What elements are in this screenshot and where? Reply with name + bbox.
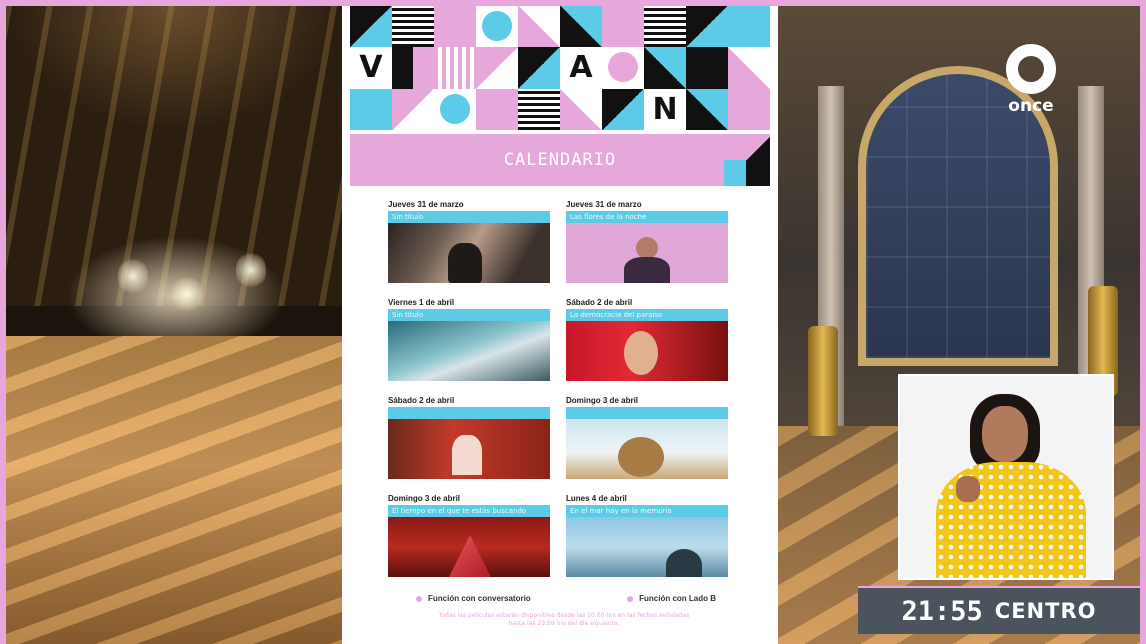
pattern-tile bbox=[518, 6, 560, 48]
pattern-tile bbox=[644, 6, 686, 48]
legend-dot-icon bbox=[627, 595, 634, 602]
event-date: Viernes 1 de abril bbox=[388, 298, 455, 307]
event-card[interactable]: Domingo 3 de abril bbox=[566, 396, 728, 479]
event-card[interactable]: Sábado 2 de abril bbox=[388, 396, 550, 479]
pattern-tile bbox=[518, 47, 560, 89]
event-thumbnail bbox=[388, 517, 550, 577]
pattern-tile bbox=[476, 47, 518, 89]
chandelier bbox=[172, 274, 202, 314]
event-thumbnail bbox=[566, 419, 728, 479]
legend-label: Función con conversatorio bbox=[428, 594, 531, 603]
event-title: Sin título bbox=[388, 211, 550, 223]
pattern-tile bbox=[392, 6, 434, 48]
pattern-tile bbox=[686, 47, 728, 89]
legend-item-lado-b: Función con Lado B bbox=[627, 594, 716, 603]
pattern-letter: A bbox=[560, 47, 602, 89]
interpreter-hand bbox=[956, 476, 980, 502]
pattern-tile bbox=[728, 6, 770, 48]
chandelier bbox=[236, 250, 266, 290]
pattern-tile bbox=[476, 88, 518, 130]
event-title: En el mar hay en la memoria bbox=[566, 505, 728, 517]
hall-floor bbox=[6, 336, 342, 644]
pattern-tile bbox=[434, 6, 476, 48]
clock-time: 21:55 bbox=[901, 595, 983, 627]
event-card[interactable]: Lunes 4 de abril En el mar hay en la mem… bbox=[566, 494, 728, 577]
event-card[interactable]: Viernes 1 de abril Sin título bbox=[388, 298, 550, 381]
pattern-tile bbox=[350, 6, 392, 48]
clock-bug: 21:55 CENTRO bbox=[858, 586, 1140, 634]
legend-item-conversatorio: Función con conversatorio bbox=[416, 594, 531, 603]
pattern-tile bbox=[392, 47, 434, 89]
event-card[interactable]: Sábado 2 de abril La democracia del para… bbox=[566, 298, 728, 381]
gold-statue bbox=[808, 326, 838, 436]
event-card[interactable]: Jueves 31 de marzo Sin título bbox=[388, 200, 550, 283]
pattern-tile bbox=[602, 6, 644, 48]
event-title: El tiempo en el que te estás buscando bbox=[388, 505, 550, 517]
event-title bbox=[566, 407, 728, 419]
event-card[interactable]: Domingo 3 de abril El tiempo en el que t… bbox=[388, 494, 550, 577]
event-title: Las flores de la noche bbox=[566, 211, 728, 223]
pattern-tile bbox=[560, 88, 602, 130]
pattern-tile bbox=[686, 88, 728, 130]
event-date: Domingo 3 de abril bbox=[388, 494, 461, 503]
pattern-tile bbox=[392, 88, 434, 130]
background-hall-left bbox=[6, 6, 342, 644]
calendar-poster: V A N CALENDARIO Jueves 31 de marzo Sin … bbox=[342, 6, 778, 644]
pattern-tile bbox=[434, 47, 476, 89]
pattern-tile bbox=[350, 88, 392, 130]
calendar-header: CALENDARIO bbox=[350, 134, 770, 186]
pattern-tile bbox=[686, 6, 728, 48]
pattern-tile bbox=[644, 47, 686, 89]
event-date: Domingo 3 de abril bbox=[566, 396, 639, 405]
legend-dot-icon bbox=[416, 595, 422, 602]
event-thumbnail bbox=[388, 321, 550, 381]
logo-text: once bbox=[1008, 96, 1054, 116]
event-date: Jueves 31 de marzo bbox=[566, 200, 642, 209]
event-title bbox=[388, 407, 550, 419]
event-date: Jueves 31 de marzo bbox=[388, 200, 464, 209]
geometric-pattern: V A N bbox=[350, 6, 770, 130]
event-thumbnail bbox=[566, 223, 728, 283]
event-thumbnail bbox=[388, 419, 550, 479]
pattern-letter: N bbox=[644, 88, 686, 130]
interpreter-face bbox=[982, 406, 1028, 462]
legend: Función con conversatorio Función con La… bbox=[416, 594, 716, 603]
event-title: Sin título bbox=[388, 309, 550, 321]
event-card[interactable]: Jueves 31 de marzo Las flores de la noch… bbox=[566, 200, 728, 283]
event-thumbnail bbox=[388, 223, 550, 283]
event-thumbnail bbox=[566, 517, 728, 577]
pattern-tile bbox=[728, 88, 770, 130]
pattern-tile bbox=[560, 6, 602, 48]
event-date: Sábado 2 de abril bbox=[388, 396, 455, 405]
once-logo: once bbox=[996, 44, 1066, 126]
pattern-tile bbox=[476, 6, 518, 48]
event-date: Sábado 2 de abril bbox=[566, 298, 633, 307]
footnote: Todas las películas estarán disponibles … bbox=[438, 612, 690, 627]
event-thumbnail bbox=[566, 321, 728, 381]
event-title: La democracia del paraíso bbox=[566, 309, 728, 321]
pattern-tile bbox=[602, 47, 644, 89]
pattern-tile bbox=[728, 47, 770, 89]
pattern-letter: V bbox=[350, 47, 392, 89]
pattern-tile bbox=[602, 88, 644, 130]
pattern-tile bbox=[434, 88, 476, 130]
once-ring-icon bbox=[1006, 44, 1056, 94]
clock-zone: CENTRO bbox=[994, 599, 1097, 623]
pattern-tile bbox=[518, 88, 560, 130]
legend-label: Función con Lado B bbox=[639, 594, 716, 603]
chandelier bbox=[118, 256, 148, 296]
calendar-title: CALENDARIO bbox=[503, 150, 617, 170]
sign-language-interpreter bbox=[898, 374, 1114, 580]
event-date: Lunes 4 de abril bbox=[566, 494, 627, 503]
corner-decoration bbox=[724, 160, 746, 186]
